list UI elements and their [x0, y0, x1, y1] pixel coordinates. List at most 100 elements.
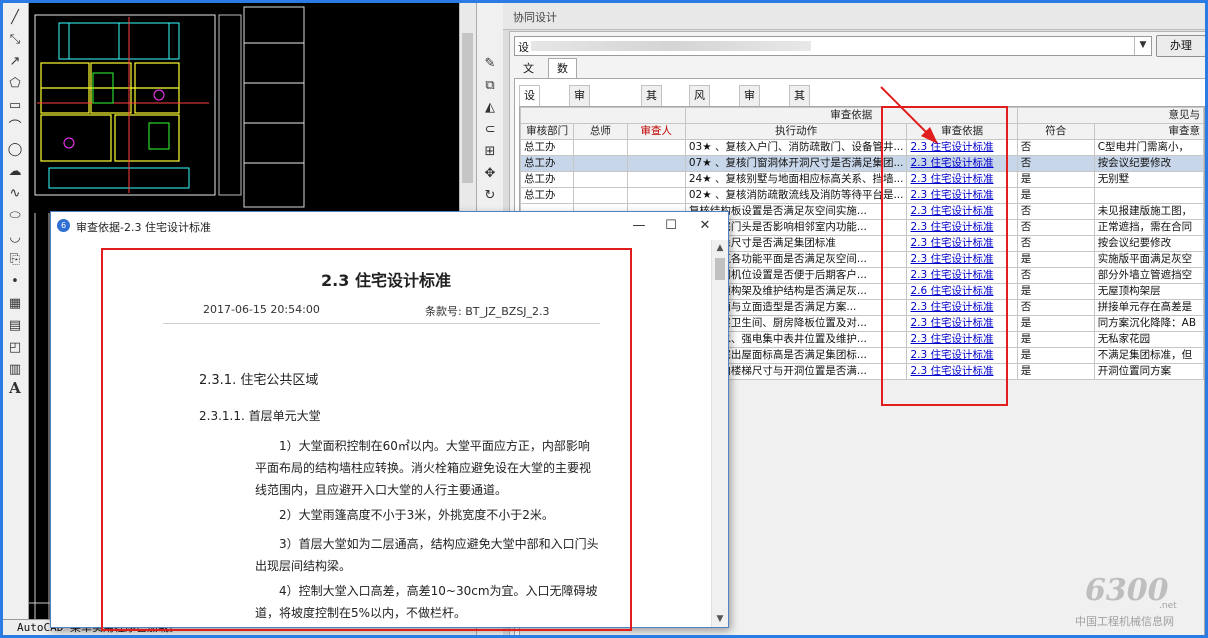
site-watermark: 6300 .net 中国工程机械信息网	[1073, 573, 1203, 633]
insert-block-icon[interactable]: ⎘	[6, 251, 24, 269]
watermark-logo-text: 6300	[1085, 573, 1169, 608]
ellipse-arc-icon[interactable]: ◡	[6, 229, 24, 247]
table-row[interactable]: 总工办 24★ 、复核别墅与地面相应标高关系、挡墙... 2.3 住宅设计标准是无别…	[520, 171, 1204, 188]
chevron-down-icon[interactable]: ▼	[1134, 37, 1151, 55]
col-match[interactable]: 符合	[1016, 123, 1095, 140]
tab-risk-list[interactable]: 风险清单	[689, 85, 710, 162]
watermark-net: .net	[1159, 601, 1177, 611]
cell-dept: 总工办	[520, 171, 575, 188]
cad-draw-toolbar: ╱ ⤡ ↗ ⬠ ▭ ⌒ ◯ ☁ ∿ ⬭ ◡ ⎘ • ▦ ▤ ◰ ▥ A	[3, 3, 29, 635]
spline-icon[interactable]: ∿	[6, 185, 24, 203]
scroll-up-icon[interactable]: ▲	[712, 240, 728, 256]
collab-panel-title: 协同设计	[513, 11, 557, 24]
tab-review-summary[interactable]: 审查意见汇总	[569, 85, 590, 202]
document-paragraph: 1）大堂面积控制在60㎡以内。大堂平面应方正，内部影响平面布局的结构墙柱应转换。…	[255, 439, 592, 497]
cell-action: 07★ 、复核门窗洞体开洞尺寸是否满足集团...	[684, 155, 908, 172]
cell-opinion: C型电井门需离小，	[1093, 139, 1204, 156]
col-action[interactable]: 执行动作	[684, 123, 908, 140]
mtext-icon[interactable]: A	[6, 379, 24, 397]
basis-document-scrollbar[interactable]: ▲ ▼	[711, 240, 728, 627]
col-opinion[interactable]: 审查意	[1093, 123, 1204, 140]
table-row[interactable]: 总工办 02★ 、复核消防疏散流线及消防等待平台是... 2.3 住宅设计标准是	[520, 187, 1204, 204]
basis-window-title: 审查依据-2.3 住宅设计标准	[76, 221, 211, 234]
cell-reviewer	[626, 155, 686, 172]
document-clause-code: 条款号: BT_JZ_BZSJ_2.3	[425, 305, 550, 318]
arc-icon[interactable]: ⌒	[6, 119, 24, 137]
app-logo-icon: 6	[57, 219, 70, 232]
cell-match: 否	[1016, 139, 1095, 156]
cell-match: 否	[1016, 155, 1095, 172]
rectangle-icon[interactable]: ▭	[6, 97, 24, 115]
rotate-icon[interactable]: ↻	[481, 187, 499, 205]
document-section-heading: 2.3.1. 住宅公共区域	[199, 373, 319, 388]
app-frame: ╱ ⤡ ↗ ⬠ ▭ ⌒ ◯ ☁ ∿ ⬭ ◡ ⎘ • ▦ ▤ ◰ ▥ A Auto…	[0, 0, 1208, 638]
offset-icon[interactable]: ⊂	[481, 121, 499, 139]
circle-icon[interactable]: ◯	[6, 141, 24, 159]
col-reviewer[interactable]: 审查人	[626, 123, 686, 140]
minimize-icon[interactable]: —	[625, 216, 653, 236]
table-row[interactable]: 总工办 03★ 、复核入户门、消防疏散门、设备管井... 2.3 住宅设计标准否 C型…	[520, 139, 1204, 156]
array-icon[interactable]: ⊞	[481, 143, 499, 161]
mirror-icon[interactable]: ◭	[481, 99, 499, 117]
maximize-icon[interactable]: ☐	[657, 216, 685, 236]
tab-files[interactable]: 文件	[514, 58, 543, 95]
table-row[interactable]: 总工办 07★ 、复核门窗洞体开洞尺寸是否满足集团... 2.3 住宅设计标准否按会…	[520, 155, 1204, 172]
table-icon[interactable]: ▥	[6, 361, 24, 379]
col-dept[interactable]: 审核部门	[520, 123, 575, 140]
basis-window-titlebar[interactable]: 6 审查依据-2.3 住宅设计标准 — ☐ ✕	[51, 212, 728, 240]
gradient-icon[interactable]: ▤	[6, 317, 24, 335]
blurred-project-name	[531, 41, 811, 51]
region-icon[interactable]: ◰	[6, 339, 24, 357]
move-icon[interactable]: ✥	[481, 165, 499, 183]
handle-button[interactable]: 办理	[1156, 35, 1205, 57]
close-icon[interactable]: ✕	[691, 216, 719, 236]
cell-opinion: 不满足集团标准，但	[1093, 347, 1204, 364]
project-select[interactable]: 设 ▼	[514, 36, 1152, 56]
revision-cloud-icon[interactable]: ☁	[6, 163, 24, 181]
cell-match: 是	[1016, 283, 1095, 300]
cell-reviewer	[626, 139, 686, 156]
copy-icon[interactable]: ⧉	[481, 77, 499, 95]
cell-match: 否	[1016, 299, 1095, 316]
cell-action: 02★ 、复核消防疏散流线及消防等待平台是...	[684, 187, 908, 204]
cell-opinion: 开洞位置同方案	[1093, 363, 1204, 380]
cell-opinion: 拼接单元存在高差是	[1093, 299, 1204, 316]
cell-chief	[573, 171, 628, 188]
polyline-icon[interactable]: ↗	[6, 53, 24, 71]
cell-dept: 总工办	[520, 155, 575, 172]
cell-match: 否	[1016, 267, 1095, 284]
cell-match: 是	[1016, 315, 1095, 332]
cell-opinion	[1093, 187, 1204, 204]
collab-panel-titlebar: 协同设计	[503, 3, 1205, 30]
tab-other-attachments[interactable]: 其他附件	[789, 85, 810, 162]
document-subsection-heading: 2.3.1.1. 首层单元大堂	[199, 409, 321, 423]
column-header-row: 审核部门 总师 审查人 执行动作 审查依据 符合 审查意	[520, 123, 1204, 140]
cell-dept: 总工办	[520, 187, 575, 204]
polygon-icon[interactable]: ⬠	[6, 75, 24, 93]
brush-icon[interactable]: ✎	[481, 55, 499, 73]
cell-match: 是	[1016, 331, 1095, 348]
document-title: 2.3 住宅设计标准	[321, 271, 451, 290]
tab-review-attachments[interactable]: 审查附件	[739, 85, 760, 162]
cell-match: 是	[1016, 251, 1095, 268]
tab-other-review[interactable]: 其他审查	[641, 85, 662, 162]
cell-opinion: 部分外墙立管遮挡空	[1093, 267, 1204, 284]
scroll-down-icon[interactable]: ▼	[712, 611, 728, 627]
hatch-icon[interactable]: ▦	[6, 295, 24, 313]
point-icon[interactable]: •	[6, 273, 24, 291]
cell-match: 是	[1016, 347, 1095, 364]
document-paragraph: 3）首层大堂如为二层通高，结构应避免大堂中部和入口门头出现层间结构梁。	[255, 537, 599, 573]
ellipse-icon[interactable]: ⬭	[6, 207, 24, 225]
construction-line-icon[interactable]: ⤡	[6, 31, 24, 49]
group-header-blank	[520, 107, 686, 124]
tab-design-review[interactable]: 设计审查	[519, 85, 540, 162]
line-tool-icon[interactable]: ╱	[6, 9, 24, 27]
tab-data[interactable]: 数据	[548, 58, 577, 95]
cell-opinion: 正常遮挡，需在合同	[1093, 219, 1204, 236]
cell-match: 是	[1016, 171, 1095, 188]
cell-opinion: 未见报建版施工图，	[1093, 203, 1204, 220]
cell-chief	[573, 187, 628, 204]
cell-opinion: 同方案沉化降降：AB	[1093, 315, 1204, 332]
col-chief[interactable]: 总师	[573, 123, 628, 140]
cell-dept: 总工办	[520, 139, 575, 156]
